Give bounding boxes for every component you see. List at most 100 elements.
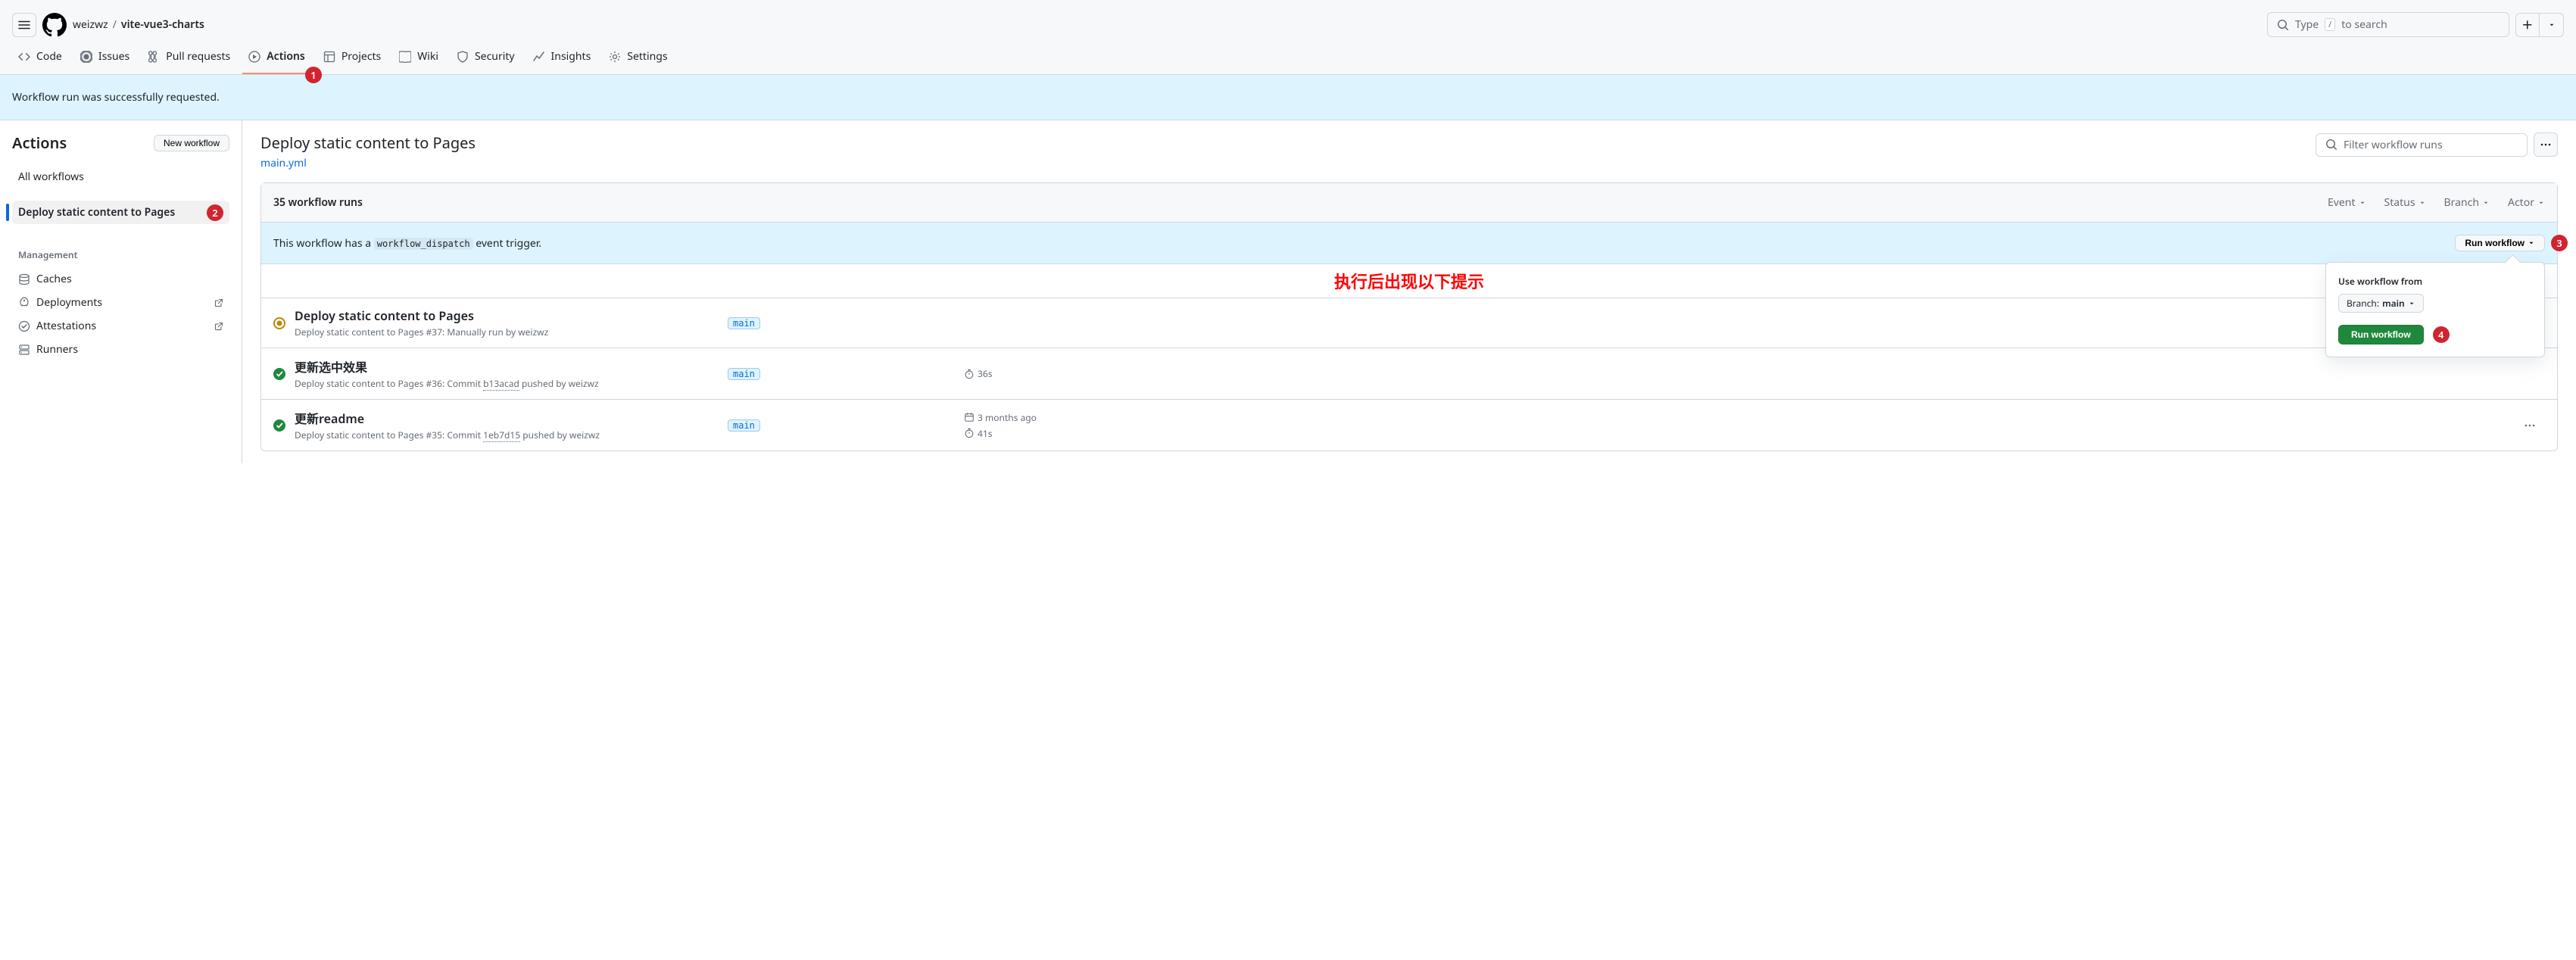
tab-pull-requests[interactable]: Pull requests	[142, 43, 236, 74]
new-workflow-button[interactable]: New workflow	[154, 135, 229, 151]
runs-list-header: 35 workflow runs Event Status Branch	[261, 183, 2557, 223]
tab-projects[interactable]: Projects	[317, 43, 387, 74]
run-subtitle: Deploy static content to Pages #35: Comm…	[295, 429, 719, 441]
status-success-icon	[273, 368, 285, 380]
branch-label[interactable]: main	[728, 368, 760, 380]
github-icon	[42, 13, 67, 37]
tab-insights[interactable]: Insights	[527, 43, 597, 74]
status-success-icon	[273, 419, 285, 432]
run-title: Deploy static content to Pages	[295, 307, 719, 324]
run-duration: 41s	[964, 427, 2506, 440]
calendar-icon	[964, 412, 975, 422]
page-title: Deploy static content to Pages	[260, 132, 476, 153]
annotation-overlay-text: 执行后出现以下提示	[261, 264, 2557, 298]
main-content: Deploy static content to Pages main.yml …	[242, 120, 2576, 463]
sidebar-title: Actions	[12, 132, 67, 153]
play-icon	[248, 51, 260, 63]
caret-down-icon	[2537, 199, 2545, 207]
sidebar-management: Management Caches Deployments Attestatio…	[12, 242, 229, 361]
branch-label[interactable]: main	[728, 317, 760, 329]
run-meta: 36s	[964, 367, 2506, 380]
branch-label[interactable]: main	[728, 419, 760, 432]
breadcrumb-repo[interactable]: vite-vue3-charts	[121, 17, 204, 32]
run-subtitle: Deploy static content to Pages #36: Comm…	[295, 377, 719, 390]
status-pending-icon	[273, 317, 285, 329]
search-input[interactable]: Type / to search	[2267, 12, 2509, 37]
workflow-dispatch-row: This workflow has a workflow_dispatch ev…	[261, 223, 2557, 264]
tab-security[interactable]: Security	[451, 43, 521, 74]
run-title: 更新readme	[295, 409, 719, 427]
tab-wiki[interactable]: Wiki	[393, 43, 444, 74]
stopwatch-icon	[964, 369, 975, 379]
filter-status[interactable]: Status	[2384, 195, 2426, 210]
sidebar-attestations[interactable]: Attestations	[12, 314, 229, 338]
tab-code[interactable]: Code	[12, 43, 68, 74]
commit-link[interactable]: 1eb7d15	[483, 429, 520, 442]
search-icon	[2277, 19, 2289, 31]
hamburger-icon	[18, 19, 30, 31]
breadcrumb-owner[interactable]: weizwz	[73, 17, 108, 32]
workflow-run-row[interactable]: Deploy static content to Pages Deploy st…	[261, 298, 2557, 348]
dispatch-text: This workflow has a workflow_dispatch ev…	[273, 236, 541, 251]
run-info: 更新readme Deploy static content to Pages …	[295, 409, 719, 441]
management-title: Management	[12, 242, 229, 267]
tab-issues[interactable]: Issues	[74, 43, 136, 74]
caret-down-icon	[2359, 199, 2366, 207]
external-link-icon	[214, 322, 223, 331]
workflow-file-link[interactable]: main.yml	[260, 156, 307, 170]
shield-icon	[457, 51, 469, 63]
code-icon	[18, 51, 30, 63]
annotation-badge-4: 4	[2433, 326, 2450, 343]
run-workflow-submit[interactable]: Run workflow	[2338, 325, 2424, 344]
sidebar-runners[interactable]: Runners	[12, 338, 229, 361]
plus-icon	[2521, 19, 2534, 31]
sidebar-all-workflows[interactable]: All workflows	[12, 165, 229, 189]
sidebar-deployments[interactable]: Deployments	[12, 291, 229, 314]
main-header: Deploy static content to Pages main.yml …	[260, 132, 2558, 170]
create-dropdown[interactable]	[2540, 13, 2564, 37]
pr-icon	[148, 51, 160, 63]
caret-down-icon	[2408, 300, 2415, 307]
github-logo[interactable]	[42, 13, 67, 37]
sidebar-workflows: All workflows Deploy static content to P…	[12, 165, 229, 224]
sidebar-workflow-deploy[interactable]: Deploy static content to Pages 2	[12, 201, 229, 224]
banner-message: Workflow run was successfully requested.	[12, 90, 220, 104]
workflow-run-row[interactable]: 更新readme Deploy static content to Pages …	[261, 400, 2557, 450]
hamburger-menu[interactable]	[12, 13, 36, 37]
sidebar-header: Actions New workflow	[12, 132, 229, 153]
sidebar: Actions New workflow All workflows Deplo…	[0, 120, 242, 463]
breadcrumb-separator: /	[113, 17, 117, 32]
run-workflow-dropdown-btn[interactable]: Run workflow	[2455, 235, 2545, 251]
tab-actions[interactable]: Actions 1	[242, 43, 311, 74]
external-link-icon	[214, 298, 223, 307]
search-icon	[2325, 139, 2337, 151]
kebab-icon	[2524, 419, 2536, 432]
workflow-run-row[interactable]: 更新选中效果 Deploy static content to Pages #3…	[261, 348, 2557, 400]
commit-link[interactable]: b13acad	[483, 377, 519, 391]
runs-count: 35 workflow runs	[273, 195, 363, 210]
run-info: 更新选中效果 Deploy static content to Pages #3…	[295, 357, 719, 390]
run-info: Deploy static content to Pages Deploy st…	[295, 307, 719, 338]
success-banner: Workflow run was successfully requested.	[0, 75, 2576, 120]
repo-tabs: Code Issues Pull requests Actions 1 Proj…	[0, 43, 2576, 75]
sidebar-caches[interactable]: Caches	[12, 267, 229, 291]
runs-filters: Event Status Branch Actor	[2328, 195, 2545, 210]
run-actions-menu[interactable]	[2515, 419, 2545, 432]
filter-actor[interactable]: Actor	[2508, 195, 2545, 210]
filter-runs-input[interactable]: Filter workflow runs	[2316, 133, 2528, 157]
annotation-badge-2: 2	[207, 204, 223, 221]
filter-branch[interactable]: Branch	[2444, 195, 2490, 210]
filter-event[interactable]: Event	[2328, 195, 2366, 210]
tab-settings[interactable]: Settings	[603, 43, 673, 74]
app-header: weizwz / vite-vue3-charts Type / to sear…	[0, 0, 2576, 43]
caret-down-icon	[2528, 239, 2535, 247]
graph-icon	[533, 51, 545, 63]
caret-down-icon	[2482, 199, 2490, 207]
run-branch-col: main	[728, 316, 955, 330]
more-actions-button[interactable]	[2534, 132, 2558, 157]
workflow-runs-box: 35 workflow runs Event Status Branch	[260, 182, 2558, 451]
annotation-badge-3: 3	[2551, 235, 2568, 251]
gear-icon	[609, 51, 621, 63]
create-button[interactable]	[2515, 13, 2540, 37]
branch-select[interactable]: Branch: main	[2338, 294, 2424, 313]
